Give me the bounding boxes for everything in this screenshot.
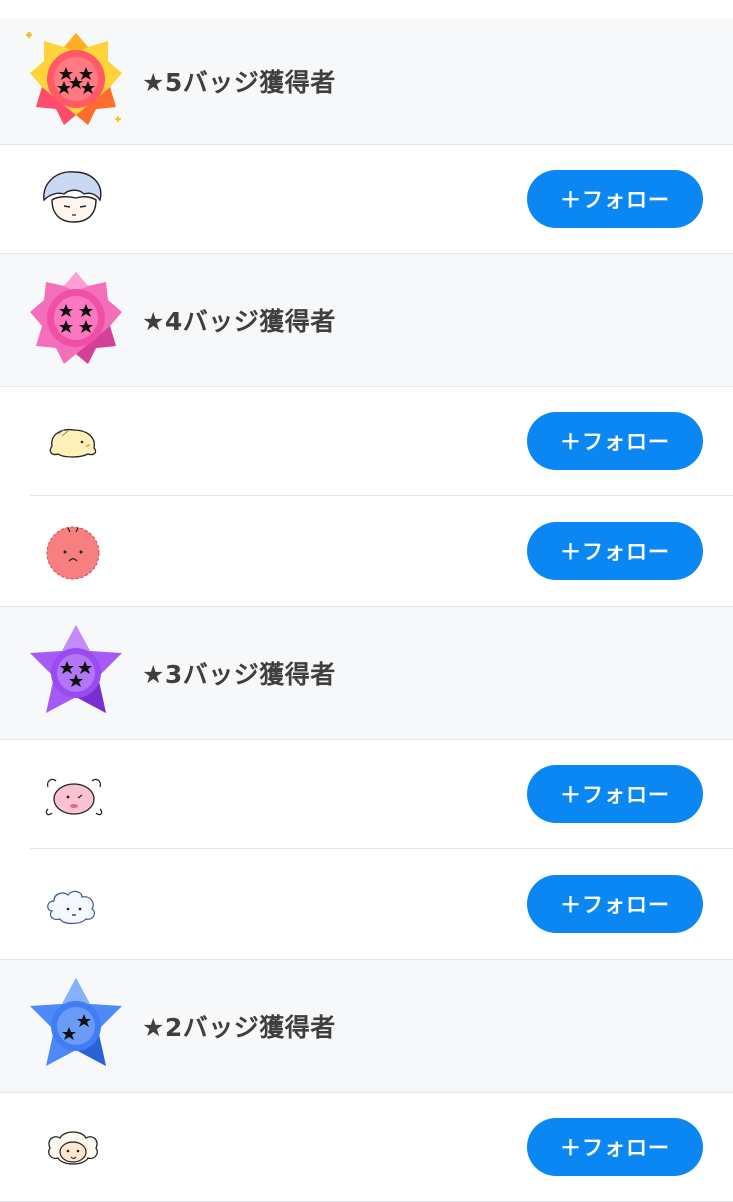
sheep-avatar[interactable]: [38, 1112, 108, 1182]
badge-group-title: ★5バッジ獲得者: [142, 68, 336, 97]
badge-group-header-3: ★3バッジ獲得者: [0, 607, 733, 740]
badge-group-header-2: ★2バッジ獲得者: [0, 960, 733, 1093]
follow-button[interactable]: ＋フォロー: [527, 522, 703, 580]
2-star-badge-icon: [26, 974, 126, 1078]
badge-group-title: ★3バッジ獲得者: [142, 660, 336, 689]
follow-button[interactable]: ＋フォロー: [527, 875, 703, 933]
user-row: ＋フォロー: [30, 740, 733, 849]
user-row: ＋フォロー: [0, 496, 733, 607]
pink-fluffball-avatar[interactable]: [38, 516, 108, 586]
yellow-chick-avatar[interactable]: [38, 406, 108, 476]
4-star-badge-icon: [26, 268, 126, 372]
3-star-badge-icon: [26, 621, 126, 725]
user-row: ＋フォロー: [0, 1093, 733, 1202]
follow-button[interactable]: ＋フォロー: [527, 1118, 703, 1176]
badge-group-title: ★4バッジ獲得者: [142, 307, 336, 336]
top-spacer: [0, 0, 733, 18]
badge-group-title: ★2バッジ獲得者: [142, 1013, 336, 1042]
user-row: ＋フォロー: [0, 145, 733, 254]
5-star-badge-icon: [25, 29, 126, 133]
blue-haired-character-avatar[interactable]: [38, 164, 108, 234]
follow-button[interactable]: ＋フォロー: [527, 412, 703, 470]
follow-button[interactable]: ＋フォロー: [527, 765, 703, 823]
user-row: ＋フォロー: [30, 387, 733, 496]
badge-group-header-4: ★4バッジ獲得者: [0, 254, 733, 387]
cloud-creature-avatar[interactable]: [38, 869, 108, 939]
badge-group-header-5: ★5バッジ獲得者: [0, 18, 733, 145]
user-row: ＋フォロー: [0, 849, 733, 960]
pink-face-avatar[interactable]: [38, 759, 108, 829]
follow-button[interactable]: ＋フォロー: [527, 170, 703, 228]
